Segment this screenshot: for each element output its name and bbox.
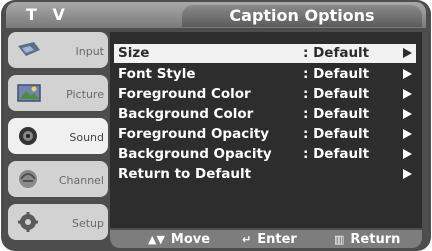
menu-row-value: : Default	[303, 126, 370, 142]
return-icon: ▥	[334, 233, 345, 246]
nav-enter-label: Enter	[257, 232, 297, 247]
tv-screen: T V Caption Options Input Picture Sound …	[0, 0, 432, 251]
menu-row-value: : Default	[303, 146, 370, 162]
sidebar-item-picture[interactable]: Picture	[8, 75, 108, 111]
menu-title-pill: Caption Options	[182, 5, 422, 27]
menu-row-label: Foreground Color	[118, 86, 251, 102]
menu-row-foreground-opacity[interactable]: Foreground Opacity : Default	[114, 125, 416, 144]
header-bar: T V Caption Options	[6, 2, 426, 28]
arrow-right-icon	[403, 129, 412, 139]
sidebar-item-input[interactable]: Input	[8, 32, 108, 68]
nav-return: ▥ Return	[334, 230, 400, 248]
menu-row-size[interactable]: Size : Default	[114, 44, 416, 63]
device-label: T V	[26, 5, 70, 24]
enter-icon: ↵	[242, 233, 252, 246]
menu-row-label: Background Opacity	[118, 146, 272, 162]
setup-icon	[18, 212, 38, 232]
nav-move-label: Move	[170, 232, 211, 247]
bottom-nav-bar: ▲▼ Move ↵ Enter ▥ Return	[110, 230, 422, 248]
sound-icon	[19, 127, 37, 145]
arrow-right-icon	[403, 149, 412, 159]
menu-row-background-opacity[interactable]: Background Opacity : Default	[114, 145, 416, 164]
menu-row-label: Background Color	[118, 106, 254, 122]
nav-return-label: Return	[350, 232, 401, 247]
menu-row-label: Foreground Opacity	[118, 126, 270, 142]
menu-row-label: Return to Default	[118, 166, 252, 182]
arrow-right-icon	[403, 109, 412, 119]
menu-row-background-color[interactable]: Background Color : Default	[114, 105, 416, 124]
arrow-right-icon	[403, 69, 412, 79]
up-down-arrows-icon: ▲▼	[148, 233, 165, 246]
sidebar-item-setup[interactable]: Setup	[8, 204, 108, 240]
arrow-right-icon	[403, 169, 412, 179]
nav-enter: ↵ Enter	[242, 230, 297, 248]
arrow-right-icon	[403, 48, 412, 58]
input-icon	[18, 42, 40, 56]
arrow-right-icon	[403, 89, 412, 99]
nav-move: ▲▼ Move	[148, 230, 210, 248]
menu-row-label: Size	[118, 45, 150, 61]
menu-row-return-to-default[interactable]: Return to Default	[114, 165, 416, 184]
sidebar-item-channel[interactable]: Channel	[8, 161, 108, 197]
picture-icon	[17, 84, 41, 102]
sidebar-item-label: Input	[75, 45, 104, 58]
sidebar-item-label: Setup	[71, 217, 104, 230]
channel-icon	[19, 170, 37, 188]
sidebar-item-label: Picture	[66, 88, 104, 101]
sidebar-item-sound[interactable]: Sound	[8, 118, 108, 154]
menu-row-value: : Default	[303, 45, 370, 61]
caption-options-panel: Size : Default Font Style : Default Fore…	[110, 32, 422, 228]
menu-row-foreground-color[interactable]: Foreground Color : Default	[114, 85, 416, 104]
sidebar-item-label: Channel	[58, 174, 104, 187]
menu-row-value: : Default	[303, 86, 370, 102]
sidebar: Input Picture Sound Channel Setup	[8, 32, 108, 242]
menu-title: Caption Options	[229, 6, 375, 25]
menu-row-font-style[interactable]: Font Style : Default	[114, 65, 416, 84]
menu-row-label: Font Style	[118, 66, 196, 82]
menu-row-value: : Default	[303, 106, 370, 122]
menu-row-value: : Default	[303, 66, 370, 82]
sidebar-item-label: Sound	[69, 131, 104, 144]
